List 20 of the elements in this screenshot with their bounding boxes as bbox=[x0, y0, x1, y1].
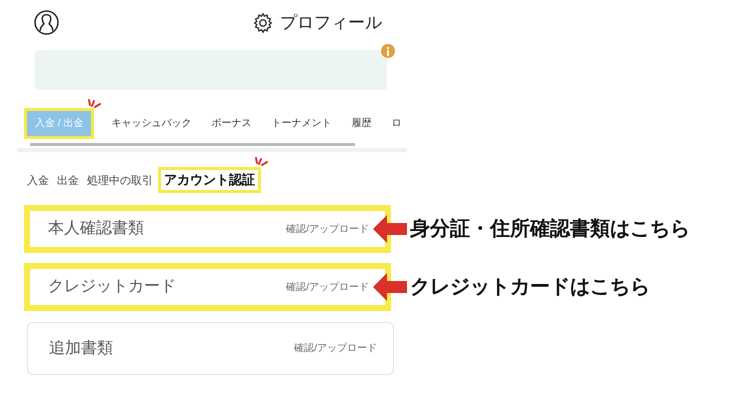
tab[interactable]: ボーナス bbox=[211, 111, 252, 136]
subtab[interactable]: 入金 bbox=[27, 173, 49, 190]
document-name: クレジットカード bbox=[48, 277, 176, 297]
document-item[interactable]: 本人確認書類 確認/アップロード bbox=[24, 205, 391, 253]
tab[interactable]: キャッシュバック bbox=[111, 111, 192, 136]
upload-link[interactable]: 確認/アップロード bbox=[286, 280, 369, 294]
document-name: 追加書類 bbox=[49, 338, 113, 358]
document-item[interactable]: 追加書類 確認/アップロード bbox=[27, 322, 394, 375]
callout-text: 身分証・住所確認書類はこちら bbox=[410, 217, 690, 242]
profile-title: プロフィール bbox=[280, 12, 382, 34]
upload-link[interactable]: 確認/アップロード bbox=[294, 341, 377, 356]
tab[interactable]: トーナメント bbox=[271, 111, 332, 136]
subtab[interactable]: 処理中の取引 bbox=[87, 173, 153, 190]
tab[interactable]: ロ bbox=[391, 111, 402, 136]
document-name: 本人確認書類 bbox=[48, 218, 144, 239]
tab[interactable]: 履歴 bbox=[351, 111, 372, 136]
document-item[interactable]: クレジットカード 確認/アップロード bbox=[24, 263, 391, 311]
callout-text: クレジットカードはこちら bbox=[410, 275, 650, 300]
subtab[interactable]: 出金 bbox=[57, 173, 79, 190]
upload-link[interactable]: 確認/アップロード bbox=[286, 222, 369, 236]
